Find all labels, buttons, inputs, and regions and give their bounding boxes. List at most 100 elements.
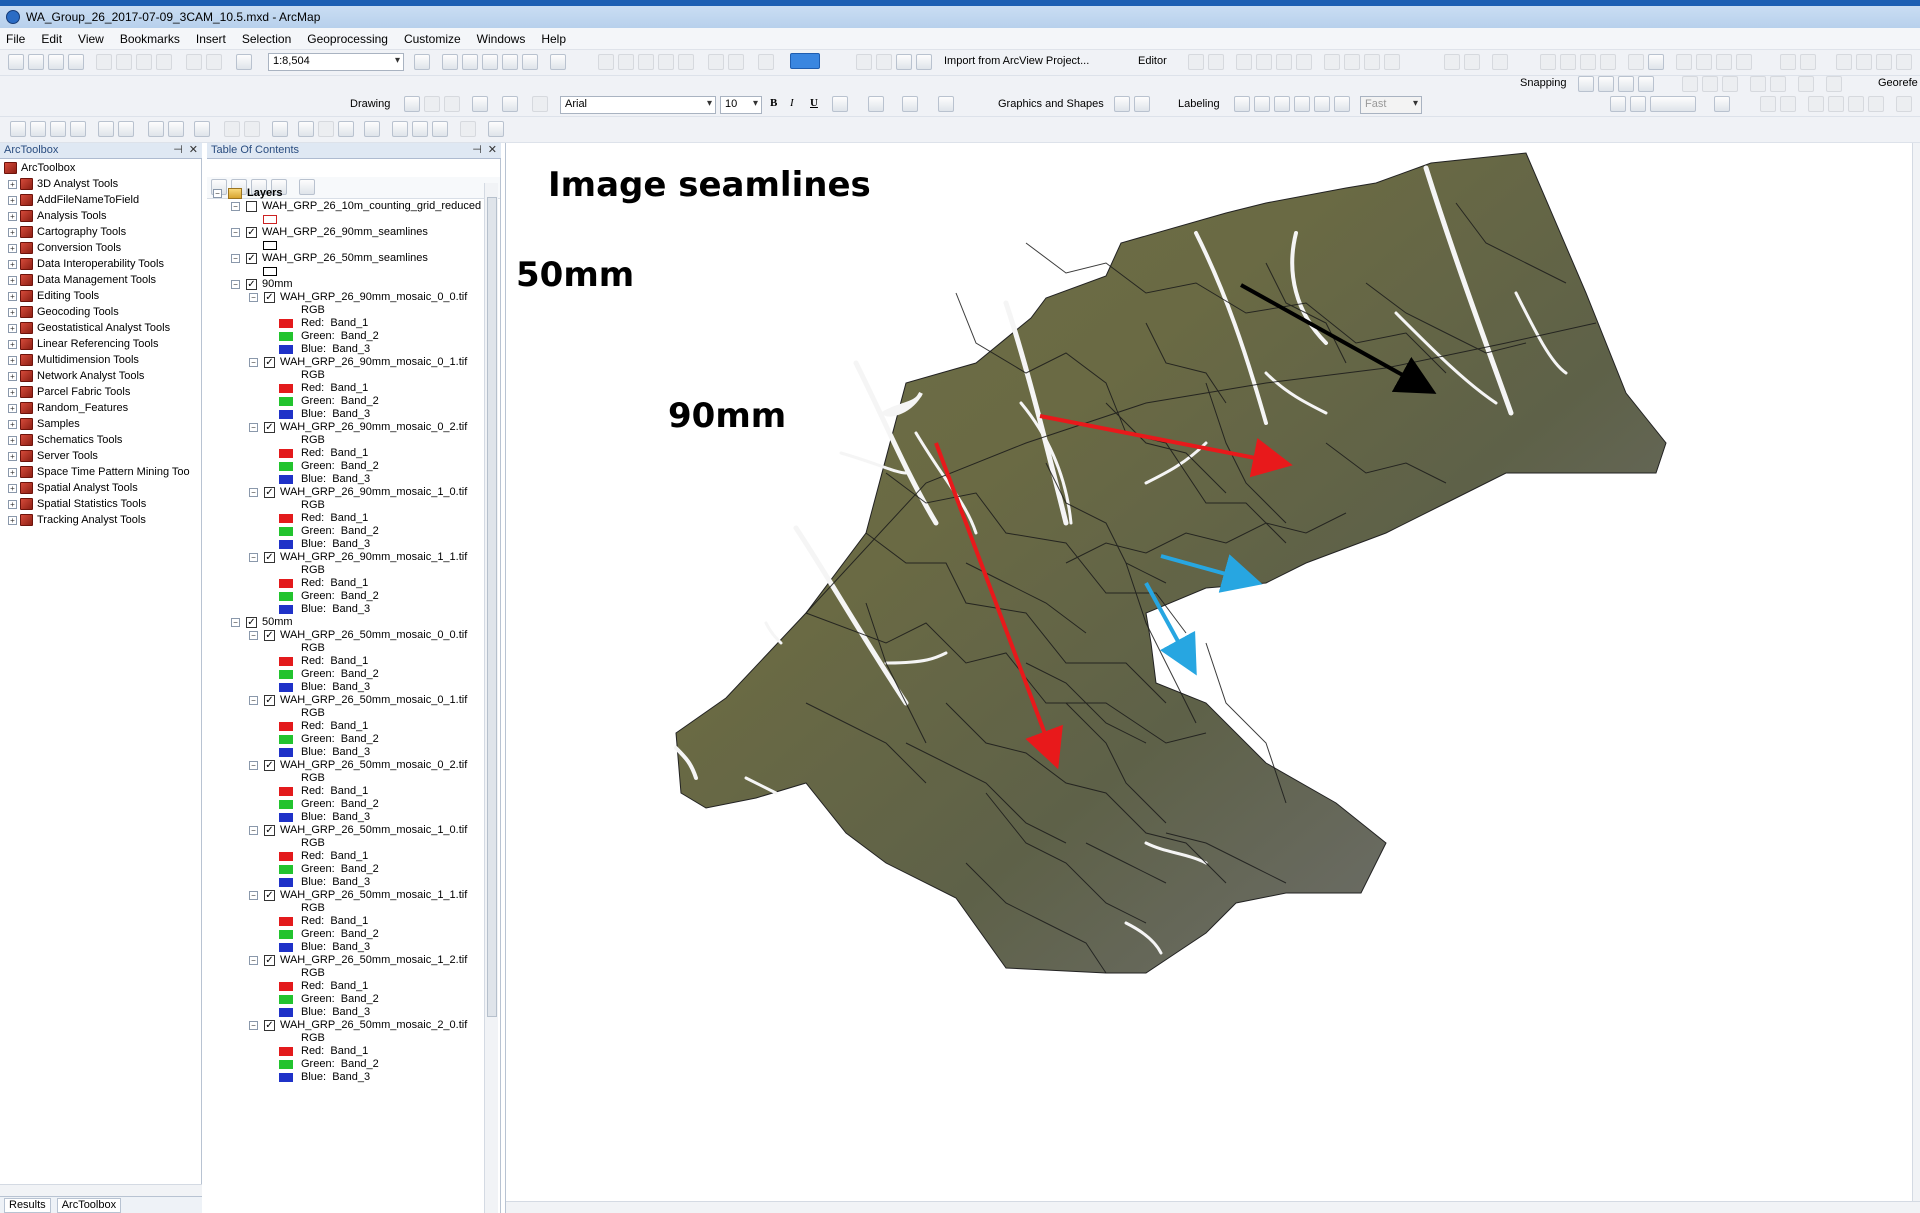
collapse-icon[interactable]: −	[231, 227, 240, 237]
expand-icon[interactable]: +	[8, 467, 17, 477]
pan-icon[interactable]	[50, 121, 66, 137]
toolbox-item[interactable]: + Linear Referencing Tools	[8, 336, 158, 352]
toolbox-root[interactable]: ArcToolbox	[4, 160, 75, 176]
zoom-out-icon[interactable]	[30, 121, 46, 137]
topology-icon-5[interactable]	[1770, 76, 1786, 92]
new-icon[interactable]	[8, 54, 24, 70]
toolbox-item[interactable]: + Network Analyst Tools	[8, 368, 144, 384]
expand-icon[interactable]: +	[8, 323, 17, 333]
find-route-icon[interactable]	[412, 121, 428, 137]
edit-tool-icon-9[interactable]	[1364, 54, 1380, 70]
marker-color-icon[interactable]	[938, 96, 954, 112]
label-manager-icon[interactable]	[1234, 96, 1250, 112]
font-size-combo[interactable]: 10	[720, 96, 762, 114]
toc-raster-layer[interactable]: − ✓ WAH_GRP_26_50mm_mosaic_0_1.tif	[249, 692, 467, 708]
labeling-menu-button[interactable]: Labeling	[1178, 98, 1220, 110]
fixed-zoom-in-icon[interactable]	[98, 121, 114, 137]
menu-file[interactable]: File	[6, 32, 25, 46]
collapse-icon[interactable]: −	[249, 1020, 258, 1030]
map-scale-combo[interactable]: 1:8,504	[268, 53, 404, 71]
toc-raster-layer[interactable]: − ✓ WAH_GRP_26_50mm_mosaic_1_2.tif	[249, 952, 467, 968]
toolbox-item[interactable]: + Analysis Tools	[8, 208, 107, 224]
toc-raster-layer[interactable]: − ✓ WAH_GRP_26_50mm_mosaic_1_0.tif	[249, 822, 467, 838]
map-horizontal-scrollbar[interactable]	[506, 1201, 1920, 1213]
layer-visibility-checkbox[interactable]: ✓	[264, 421, 275, 433]
edit-tool-icon-16[interactable]	[1580, 54, 1596, 70]
topology-icon-7[interactable]	[1826, 76, 1842, 92]
layer-visibility-checkbox[interactable]	[246, 200, 257, 212]
label-priority-icon[interactable]	[1254, 96, 1270, 112]
edit-tool-icon-5[interactable]	[1276, 54, 1292, 70]
hyperlink-icon[interactable]	[318, 121, 334, 137]
select-elements-icon[interactable]	[404, 96, 420, 112]
collapse-icon[interactable]: −	[249, 955, 258, 965]
find-icon[interactable]	[392, 121, 408, 137]
layer-combo-icon[interactable]	[1650, 96, 1696, 112]
toolbox-item[interactable]: + Parcel Fabric Tools	[8, 384, 130, 400]
label-speed-combo[interactable]: Fast	[1360, 96, 1422, 114]
graphics-and-shapes-button[interactable]: Graphics and Shapes	[998, 98, 1104, 110]
font-name-combo[interactable]: Arial	[560, 96, 716, 114]
fixed-zoom-out-icon[interactable]	[118, 121, 134, 137]
edit-tool-icon-1[interactable]	[1188, 54, 1204, 70]
edit-tool-icon-18[interactable]	[1628, 54, 1644, 70]
toolbox-item[interactable]: + Data Management Tools	[8, 272, 156, 288]
toc-raster-layer[interactable]: − ✓ WAH_GRP_26_50mm_mosaic_2_0.tif	[249, 1017, 467, 1033]
collapse-icon[interactable]: −	[249, 292, 258, 302]
html-popup-icon[interactable]	[338, 121, 354, 137]
topology-icon-3[interactable]	[1722, 76, 1738, 92]
edit-tool-icon-11[interactable]	[1444, 54, 1460, 70]
network-tool-icon-1[interactable]	[598, 54, 614, 70]
close-icon[interactable]: ✕	[488, 144, 497, 156]
toc-raster-layer[interactable]: − ✓ WAH_GRP_26_90mm_mosaic_1_1.tif	[249, 549, 467, 565]
identify-icon[interactable]	[298, 121, 314, 137]
expand-icon[interactable]: +	[8, 435, 17, 445]
pin-icon[interactable]: ⊣	[173, 144, 183, 156]
collapse-icon[interactable]: −	[231, 253, 240, 263]
layout-icon-4[interactable]	[916, 54, 932, 70]
map-tool-icon-3[interactable]	[1760, 96, 1776, 112]
graphics-icon-1[interactable]	[1114, 96, 1130, 112]
import-arcview-button[interactable]: Import from ArcView Project...	[944, 55, 1089, 67]
bold-button[interactable]: B	[770, 97, 777, 109]
toolbox-item[interactable]: + Tracking Analyst Tools	[8, 512, 146, 528]
paste-icon[interactable]	[136, 54, 152, 70]
collapse-icon[interactable]: −	[249, 890, 258, 900]
layout-icon-1[interactable]	[856, 54, 872, 70]
collapse-icon[interactable]: −	[231, 201, 240, 211]
layer-visibility-checkbox[interactable]: ✓	[246, 252, 257, 264]
collapse-icon[interactable]: −	[249, 357, 258, 367]
expand-icon[interactable]: +	[8, 499, 17, 509]
layer-visibility-checkbox[interactable]: ✓	[264, 889, 275, 901]
delete-icon[interactable]	[156, 54, 172, 70]
cut-icon[interactable]	[96, 54, 112, 70]
edit-tool-icon-8[interactable]	[1344, 54, 1360, 70]
edit-tool-icon-28[interactable]	[1876, 54, 1892, 70]
edit-tool-icon-24[interactable]	[1780, 54, 1796, 70]
save-icon[interactable]	[48, 54, 64, 70]
edge-snap-icon[interactable]	[1638, 76, 1654, 92]
edit-tool-icon-10[interactable]	[1384, 54, 1400, 70]
snapping-menu-button[interactable]: Snapping	[1520, 77, 1567, 89]
collapse-icon[interactable]: −	[249, 422, 258, 432]
menu-bookmarks[interactable]: Bookmarks	[120, 32, 180, 46]
collapse-icon[interactable]: −	[249, 760, 258, 770]
layer-visibility-checkbox[interactable]: ✓	[264, 551, 275, 563]
redo-icon[interactable]	[206, 54, 222, 70]
color-swatch-icon[interactable]	[790, 53, 820, 69]
toolbox-item[interactable]: + Editing Tools	[8, 288, 99, 304]
pause-labeling-icon[interactable]	[1314, 96, 1330, 112]
copy-icon[interactable]	[116, 54, 132, 70]
add-data-icon[interactable]	[236, 54, 252, 70]
layer-visibility-checkbox[interactable]: ✓	[264, 694, 275, 706]
line-color-icon[interactable]	[902, 96, 918, 112]
network-tool-icon-2[interactable]	[618, 54, 634, 70]
map-view[interactable]: Image seamlines 50mm 90mm	[505, 143, 1920, 1213]
map-tool-icon-6[interactable]	[1828, 96, 1844, 112]
toc-raster-layer[interactable]: − ✓ WAH_GRP_26_50mm_mosaic_1_1.tif	[249, 887, 467, 903]
layer-visibility-checkbox[interactable]: ✓	[264, 486, 275, 498]
edit-tool-icon-12[interactable]	[1464, 54, 1480, 70]
layer-visibility-checkbox[interactable]: ✓	[264, 629, 275, 641]
edit-tool-icon-23[interactable]	[1736, 54, 1752, 70]
menu-windows[interactable]: Windows	[477, 32, 526, 46]
